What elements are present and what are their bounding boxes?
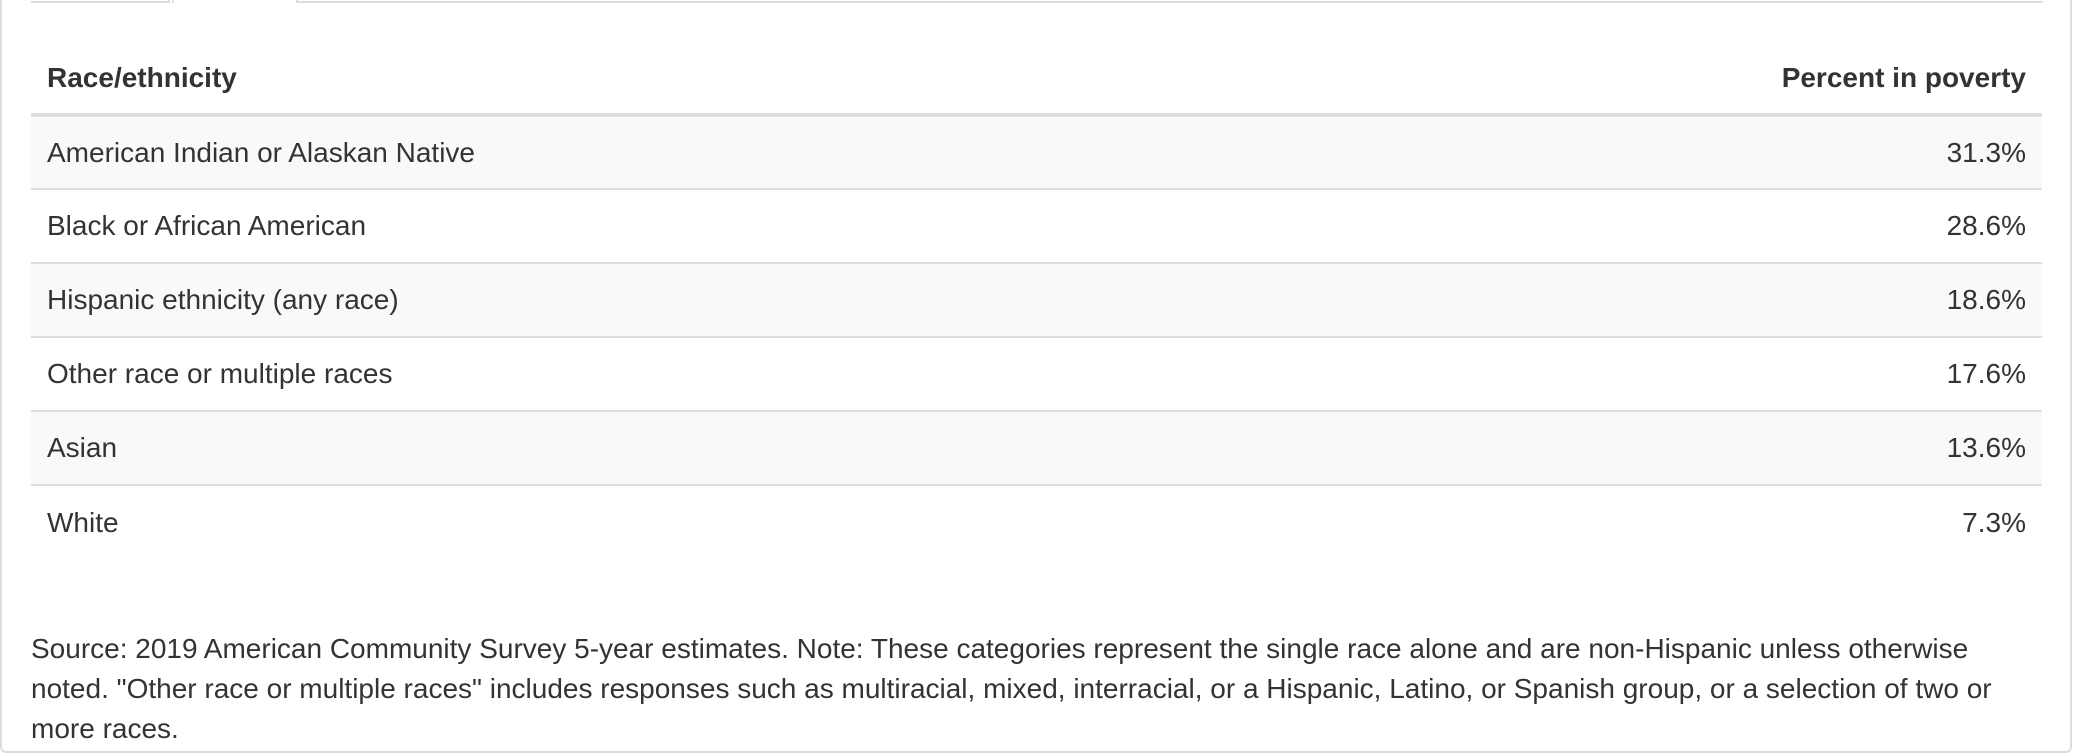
row-label: Hispanic ethnicity (any race) <box>31 263 1288 338</box>
table-row: Other race or multiple races 17.6% <box>31 337 2042 412</box>
table-row: Black or African American 28.6% <box>31 189 2042 264</box>
header-percent-in-poverty: Percent in poverty <box>1287 42 2042 117</box>
row-value: 18.6% <box>1287 263 2042 338</box>
row-value: 28.6% <box>1287 189 2042 264</box>
row-label: Black or African American <box>31 189 1288 264</box>
table-row: White 7.3% <box>31 485 2042 559</box>
row-label: Asian <box>31 411 1288 486</box>
header-race-ethnicity: Race/ethnicity <box>31 42 1288 117</box>
row-value: 17.6% <box>1287 337 2042 412</box>
table-header-row: Race/ethnicity Percent in poverty <box>31 42 2042 117</box>
row-value: 31.3% <box>1287 115 2042 190</box>
source-note: Source: 2019 American Community Survey 5… <box>31 633 1992 744</box>
tab-strip <box>0 0 2074 4</box>
row-value: 13.6% <box>1287 411 2042 486</box>
table-row: Hispanic ethnicity (any race) 18.6% <box>31 263 2042 338</box>
row-label: American Indian or Alaskan Native <box>31 115 1288 190</box>
table-row: American Indian or Alaskan Native 31.3% <box>31 115 2042 190</box>
tab-active[interactable] <box>172 0 298 3</box>
row-value: 7.3% <box>1287 485 2042 559</box>
row-label: Other race or multiple races <box>31 337 1288 412</box>
tab-strip-baseline <box>298 0 2043 3</box>
table-row: Asian 13.6% <box>31 411 2042 486</box>
poverty-table: Race/ethnicity Percent in poverty Americ… <box>31 42 2042 559</box>
tab-inactive[interactable] <box>31 0 170 3</box>
row-label: White <box>31 485 1288 559</box>
